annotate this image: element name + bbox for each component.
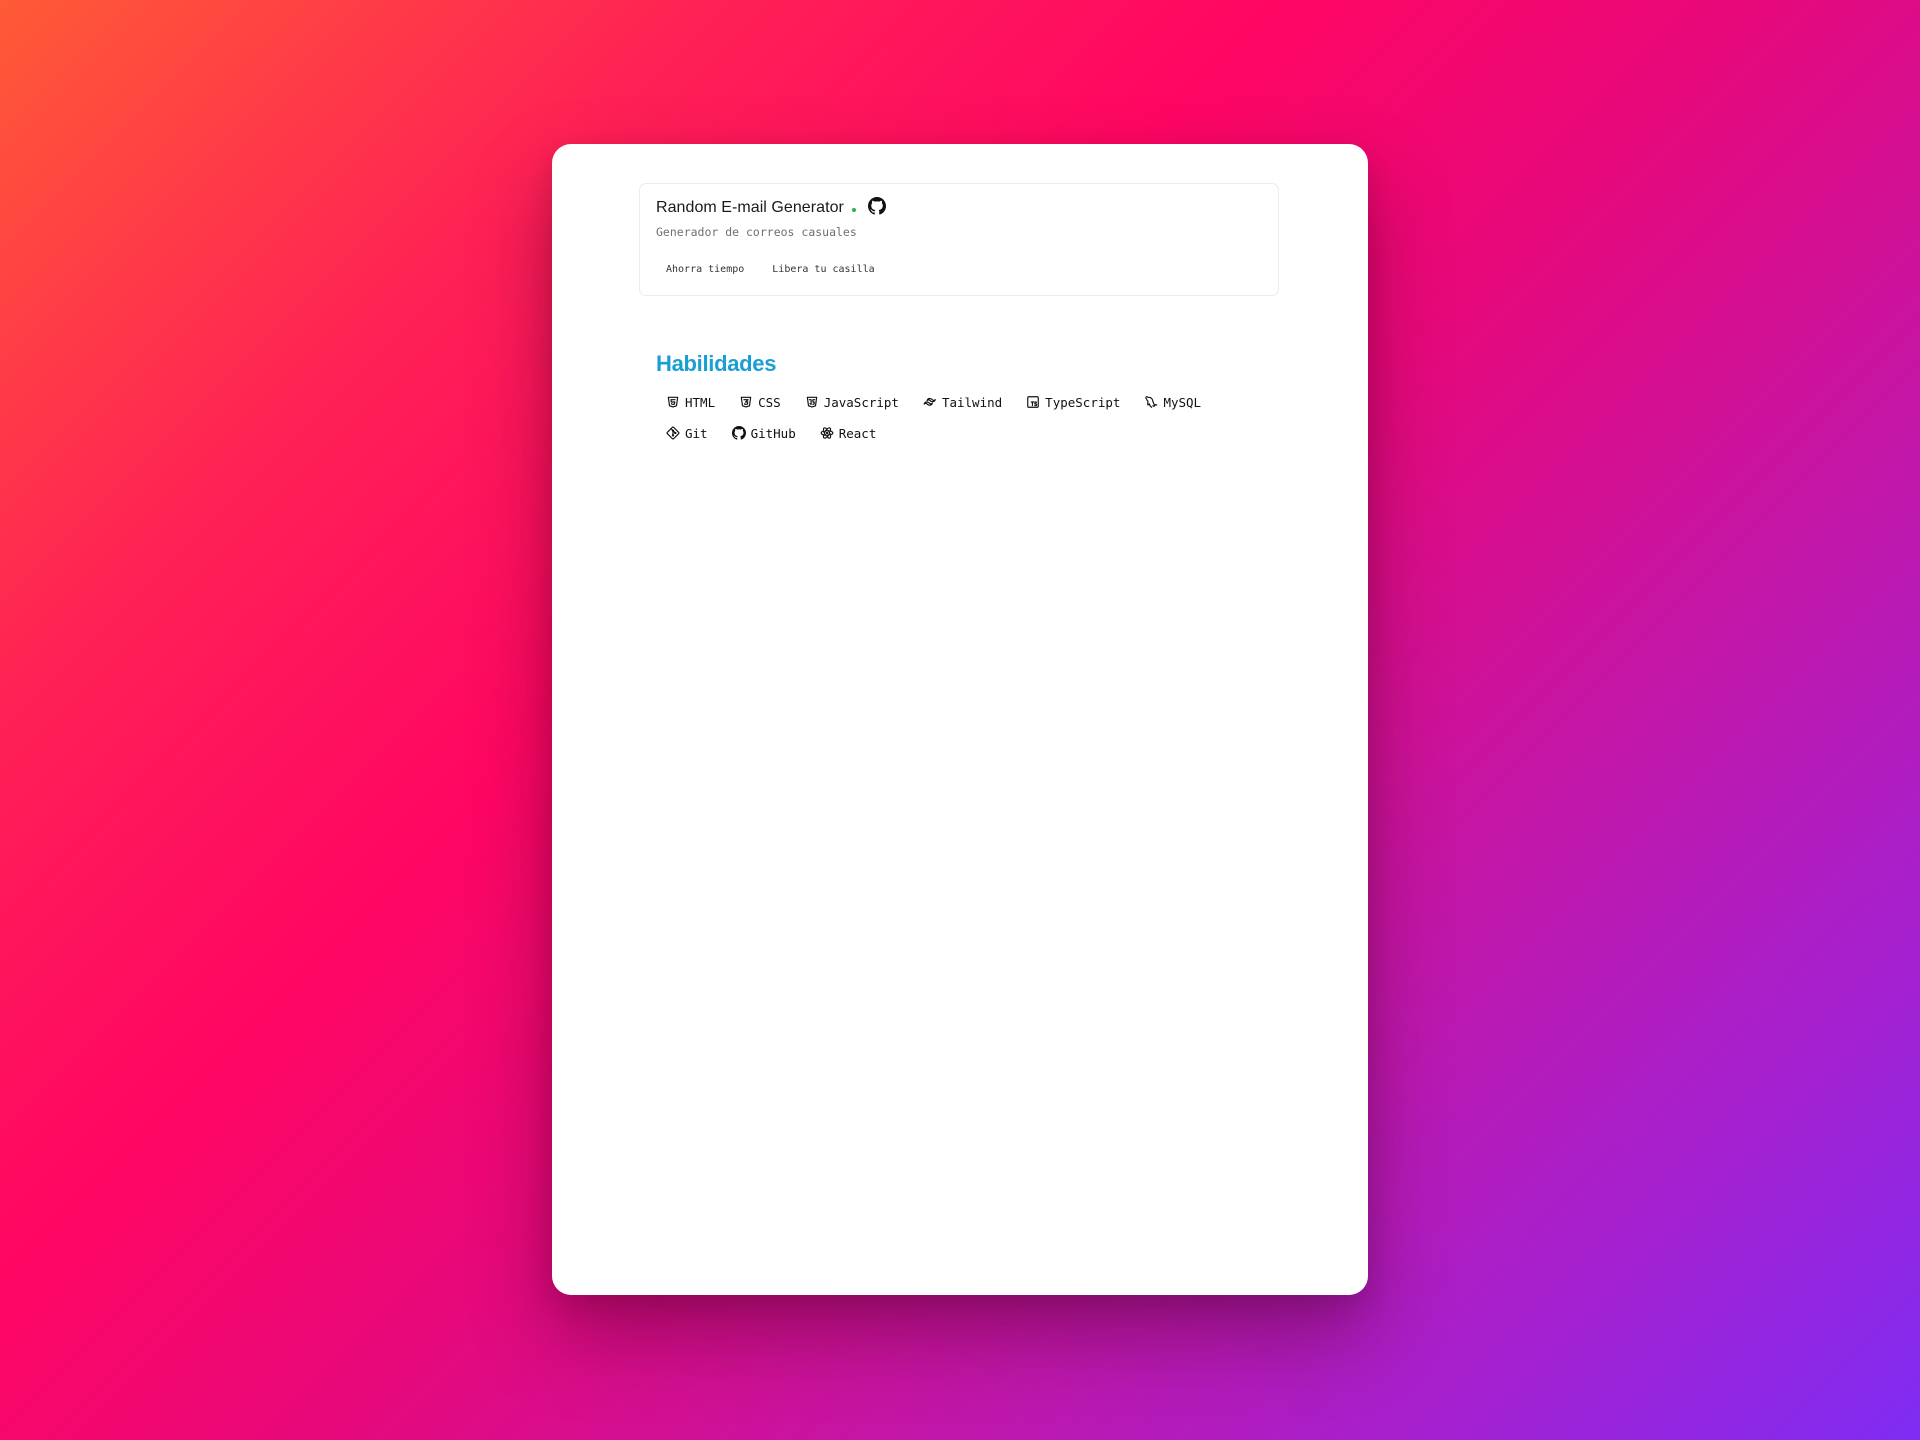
project-header: Random E-mail Generator <box>656 196 886 217</box>
skill-label: JavaScript <box>823 394 899 410</box>
skill-label: Git <box>685 425 708 441</box>
github-icon <box>731 426 746 440</box>
react-icon <box>820 427 834 439</box>
github-icon <box>867 196 886 215</box>
skill-label: HTML <box>685 394 716 410</box>
skill-react: React <box>810 422 887 444</box>
project-tags: Ahorra tiempo Libera tu casilla <box>656 262 885 277</box>
typescript-icon <box>1027 396 1040 408</box>
skill-label: MySQL <box>1163 394 1202 410</box>
skill-github: GitHub <box>722 422 806 444</box>
skill-typescript: TypeScript <box>1016 391 1130 413</box>
skill-label: CSS <box>758 394 781 410</box>
tailwind-icon <box>923 397 936 406</box>
skill-git: Git <box>656 422 718 444</box>
skill-css: CSS <box>729 391 791 413</box>
project-card[interactable]: Random E-mail Generator Generador de cor… <box>639 183 1279 296</box>
skill-label: React <box>838 425 877 441</box>
skill-label: TypeScript <box>1045 394 1121 410</box>
css3-icon <box>740 396 752 408</box>
project-title: Random E-mail Generator <box>656 199 844 216</box>
github-link[interactable] <box>867 196 886 215</box>
skill-label: Tailwind <box>941 394 1003 410</box>
skills-title: Habilidades <box>656 351 777 376</box>
skills-list: HTML CSS JavaScript Tailwind TypeScript <box>656 391 1256 444</box>
tag-ahorra-tiempo: Ahorra tiempo <box>666 264 745 275</box>
html5-icon <box>667 396 679 408</box>
git-icon <box>666 426 680 440</box>
skill-mysql: MySQL <box>1134 391 1211 413</box>
tag-libera-tu-casilla: Libera tu casilla <box>772 264 875 275</box>
skill-javascript: JavaScript <box>795 391 909 413</box>
skill-html: HTML <box>656 391 725 413</box>
javascript-icon <box>806 396 817 408</box>
project-description: Generador de correos casuales <box>656 225 857 239</box>
status-dot <box>851 207 856 212</box>
skill-label: GitHub <box>750 425 796 441</box>
mysql-icon <box>1145 396 1158 408</box>
portfolio-card: Random E-mail Generator Generador de cor… <box>552 144 1368 1295</box>
skill-tailwind: Tailwind <box>913 391 1012 413</box>
